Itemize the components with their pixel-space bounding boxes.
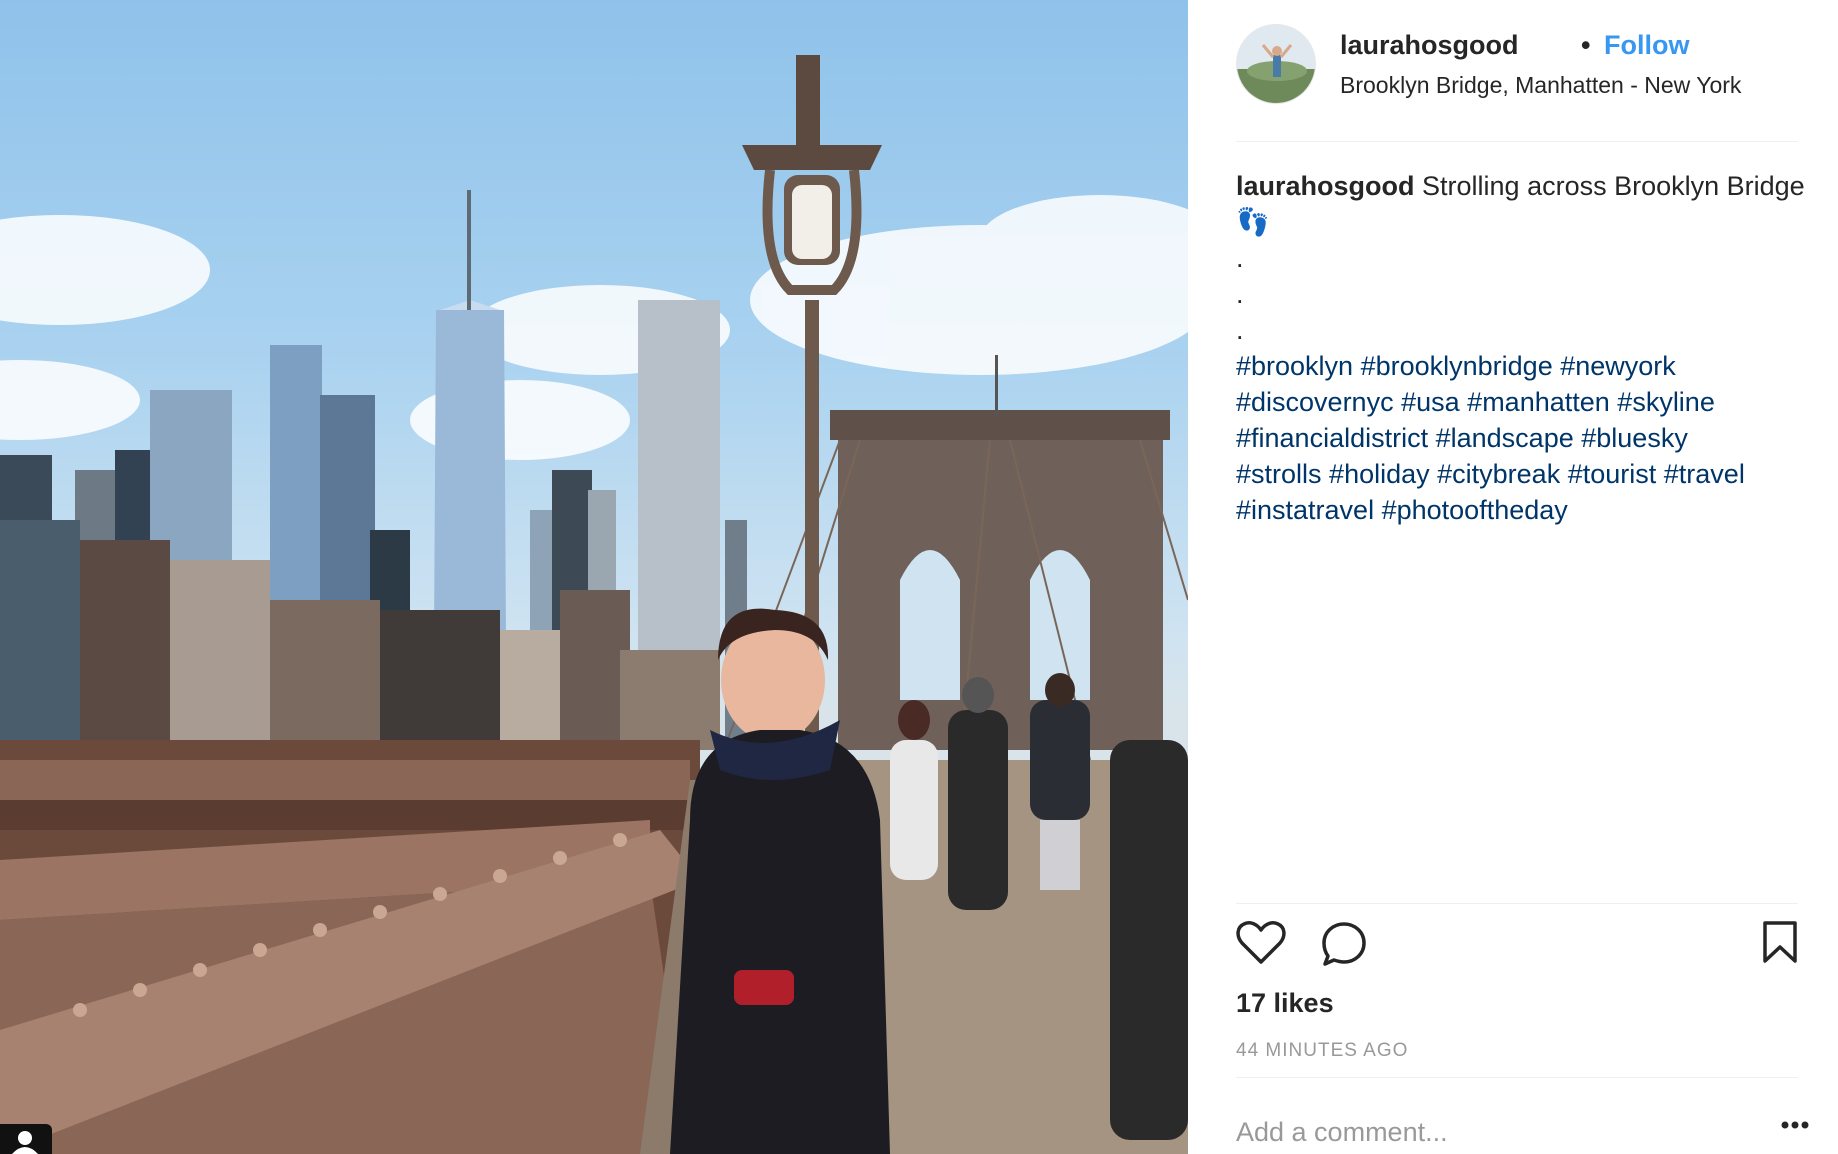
- post-timestamp[interactable]: 44 MINUTES AGO: [1236, 1040, 1408, 1062]
- hashtag-link[interactable]: #photooftheday: [1382, 495, 1568, 525]
- header-divider: [1236, 141, 1798, 142]
- hashtag-link[interactable]: #usa: [1401, 387, 1460, 417]
- user-tag-badge[interactable]: [0, 1124, 52, 1154]
- likes-count[interactable]: 17 likes: [1236, 988, 1334, 1019]
- hashtag-link[interactable]: #newyork: [1560, 351, 1676, 381]
- hashtag-link[interactable]: #discovernyc: [1236, 387, 1394, 417]
- hashtag-link[interactable]: #financialdistrict: [1236, 423, 1428, 453]
- post-photo[interactable]: [0, 0, 1188, 1154]
- avatar-image: [1237, 25, 1315, 103]
- heart-icon[interactable]: [1236, 920, 1286, 966]
- caption-dot: .: [1236, 279, 1244, 309]
- actions-divider: [1236, 903, 1798, 904]
- caption-text: Strolling across Brooklyn Bridge: [1422, 171, 1805, 201]
- caption-dot: .: [1236, 315, 1244, 345]
- hashtag-link[interactable]: #holiday: [1329, 459, 1430, 489]
- comment-bubble-icon[interactable]: [1320, 920, 1368, 968]
- post-actions: [1236, 920, 1798, 972]
- user-tag-icon: [12, 1131, 38, 1154]
- hashtag-link[interactable]: #manhatten: [1467, 387, 1610, 417]
- post-photo-illustration: [0, 55, 1188, 1154]
- hashtag-link[interactable]: #bluesky: [1581, 423, 1688, 453]
- hashtag-link[interactable]: #landscape: [1436, 423, 1574, 453]
- post-side-panel: laurahosgood • Follow Brooklyn Bridge, M…: [1188, 0, 1838, 1154]
- hashtag-link[interactable]: #brooklyn: [1236, 351, 1353, 381]
- separator-dot: •: [1581, 30, 1591, 60]
- post-location[interactable]: Brooklyn Bridge, Manhatten - New York: [1340, 72, 1741, 99]
- caption-dots: . . .: [1236, 240, 1806, 348]
- hashtag-link[interactable]: #citybreak: [1437, 459, 1560, 489]
- hashtag-link[interactable]: #instatravel: [1236, 495, 1374, 525]
- post-username[interactable]: laurahosgood: [1340, 30, 1519, 61]
- follow-button[interactable]: Follow: [1604, 30, 1689, 61]
- comment-input[interactable]: [1236, 1112, 1716, 1152]
- post-caption: laurahosgood Strolling across Brooklyn B…: [1236, 168, 1806, 528]
- hashtag-link[interactable]: #strolls: [1236, 459, 1322, 489]
- more-options-icon[interactable]: [1780, 1120, 1810, 1130]
- post-header: laurahosgood • Follow Brooklyn Bridge, M…: [1236, 24, 1798, 142]
- footprints-emoji: 👣: [1236, 207, 1270, 237]
- hashtag-link[interactable]: #brooklynbridge: [1361, 351, 1553, 381]
- caption-username[interactable]: laurahosgood: [1236, 171, 1415, 201]
- hashtag-link[interactable]: #travel: [1664, 459, 1745, 489]
- hashtag-link[interactable]: #skyline: [1617, 387, 1715, 417]
- hashtag-list: #brooklyn #brooklynbridge #newyork #disc…: [1236, 348, 1806, 528]
- comment-divider: [1236, 1077, 1798, 1078]
- avatar[interactable]: [1236, 24, 1316, 104]
- hashtag-link[interactable]: #tourist: [1568, 459, 1657, 489]
- caption-dot: .: [1236, 243, 1244, 273]
- bookmark-icon[interactable]: [1762, 920, 1798, 964]
